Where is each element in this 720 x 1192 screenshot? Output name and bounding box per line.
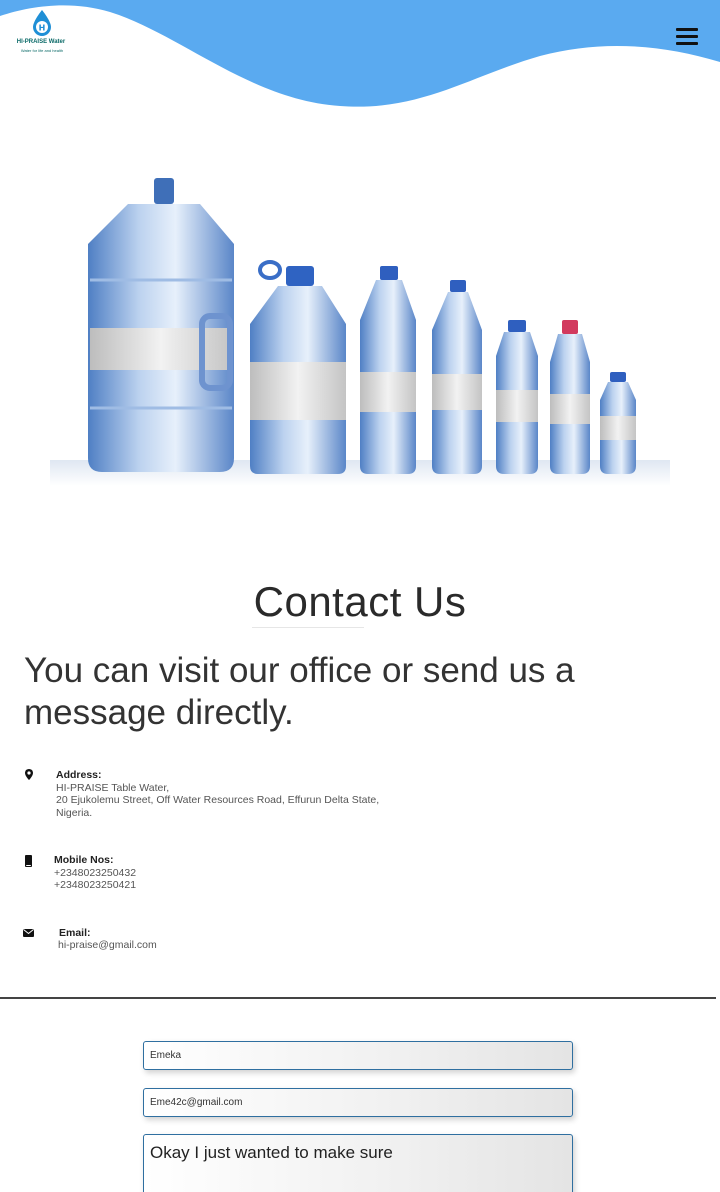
bottle-19l [88, 178, 234, 472]
mobile-block: Mobile Nos: +2348023250432 +234802325042… [22, 853, 222, 895]
name-input[interactable] [143, 1041, 573, 1070]
section-divider [0, 997, 716, 999]
mobile-phone-icon [25, 855, 32, 867]
envelope-icon [23, 929, 34, 937]
bottle-500ml [550, 320, 590, 474]
map-pin-icon [25, 769, 33, 780]
title-underline [252, 627, 364, 628]
contact-title: Contact Us [253, 578, 467, 625]
address-block: Address: HI-PRAISE Table Water, 20 Ejuko… [22, 768, 442, 824]
water-bottles-lineup [50, 178, 670, 486]
mobile-number-2[interactable]: +2348023250421 [54, 879, 136, 892]
bottle-5l [250, 260, 346, 474]
email-input[interactable] [143, 1088, 573, 1117]
bottle-750ml [496, 320, 538, 474]
message-textarea[interactable]: Okay I just wanted to make sure [143, 1134, 573, 1192]
svg-text:H: H [39, 24, 46, 33]
mobile-label: Mobile Nos: [54, 854, 114, 866]
email-address[interactable]: hi-praise@gmail.com [58, 939, 157, 952]
contact-subtitle: You can visit our office or send us a me… [24, 651, 575, 732]
hamburger-menu-icon[interactable] [674, 25, 700, 49]
logo-tagline: Water for life and health [20, 48, 64, 53]
bottle-350ml [600, 372, 636, 474]
address-line-3: Nigeria. [56, 807, 93, 819]
header-wave-background [0, 0, 720, 107]
bottle-1500ml [360, 266, 416, 474]
site-logo[interactable]: H HI-PRAISE Water Water for life and hea… [8, 10, 74, 58]
water-drop-logo-icon: H [33, 10, 51, 36]
site-header: H HI-PRAISE Water Water for life and hea… [0, 0, 720, 120]
email-block: Email: hi-praise@gmail.com [22, 926, 222, 954]
bottle-1000ml [432, 280, 482, 474]
address-label: Address: [56, 769, 102, 781]
address-line-2: 20 Ejukolemu Street, Off Water Resources… [56, 794, 380, 806]
logo-name: HI-PRAISE Water [16, 39, 66, 45]
